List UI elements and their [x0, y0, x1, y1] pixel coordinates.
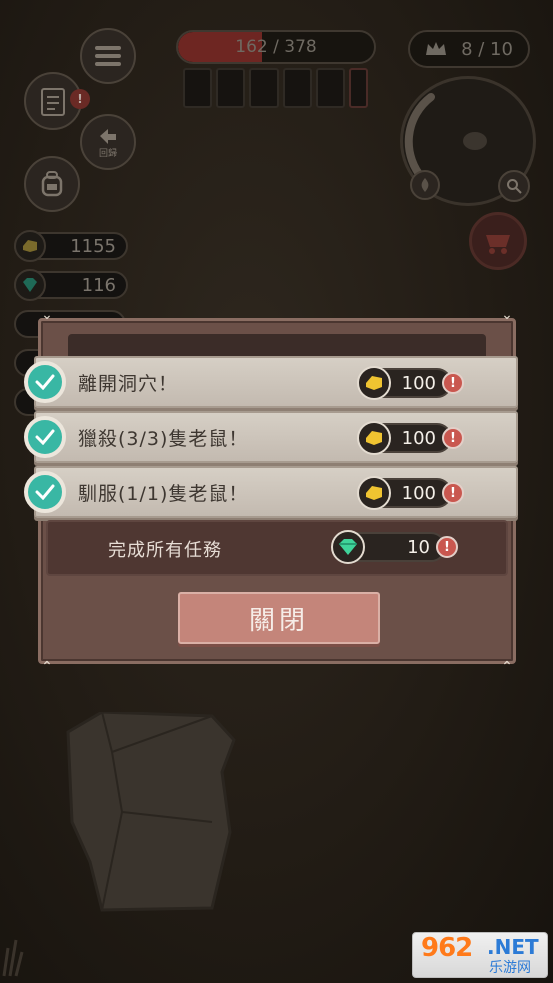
corner-ornament: ⌃ — [501, 659, 513, 675]
gem-amount: 116 — [81, 274, 116, 296]
watermark-net: .NET — [487, 935, 539, 959]
health-bar: 162 / 378 — [176, 30, 376, 64]
quest-text: 獵殺(3/3)隻老鼠！ — [78, 427, 249, 450]
gold-coin-icon — [357, 421, 391, 455]
cart-button[interactable] — [469, 212, 527, 270]
gold-amount: 1155 — [70, 235, 116, 257]
population-counter: 8 / 10 — [408, 30, 530, 68]
site-watermark: 962 .NET 乐游网 — [412, 932, 548, 978]
watermark-sub: 乐游网 — [489, 960, 531, 976]
reward-amount: 100 — [401, 372, 436, 394]
gem-icon — [331, 530, 365, 564]
flame-icon — [421, 178, 429, 192]
gold-coin-icon — [14, 230, 46, 262]
reward-amount: 100 — [401, 482, 436, 504]
character-button[interactable] — [24, 156, 80, 212]
crown-icon — [426, 42, 447, 55]
gem-icon — [14, 269, 46, 301]
quest-text: 離開洞穴！ — [78, 372, 179, 395]
claim-badge[interactable]: ! — [436, 536, 458, 558]
hotbar-slot[interactable] — [282, 68, 312, 108]
backpack-icon — [41, 171, 63, 197]
corner-ornament: ⌄ — [501, 307, 513, 323]
check-icon — [35, 374, 55, 390]
return-label: 回歸 — [98, 148, 117, 159]
quest-reward: 100 ! — [357, 476, 464, 510]
quest-text: 馴服(1/1)隻老鼠！ — [78, 482, 249, 505]
hotbar-slot[interactable] — [315, 68, 345, 108]
close-button[interactable]: 關閉 — [178, 592, 380, 644]
menu-button[interactable] — [80, 28, 136, 84]
gem-counter: 116 — [14, 269, 128, 301]
hotbar-slot[interactable] — [216, 68, 246, 108]
hotbar-slot-special[interactable] — [348, 68, 368, 108]
population-text: 8 / 10 — [461, 38, 513, 60]
return-button[interactable]: 回歸 — [80, 114, 136, 170]
all-tasks-reward: 10 ! — [331, 530, 458, 564]
clipboard-icon — [41, 88, 65, 116]
quest-complete-check — [24, 361, 66, 403]
quest-reward: 100 ! — [357, 421, 464, 455]
grass-icon — [2, 939, 24, 977]
check-icon — [35, 484, 55, 500]
gold-coin-icon — [357, 366, 391, 400]
quest-complete-check — [24, 471, 66, 513]
claim-badge[interactable]: ! — [442, 482, 464, 504]
quest-reward: 100 ! — [357, 366, 464, 400]
hotbar-slot[interactable] — [183, 68, 213, 108]
all-tasks-text: 完成所有任務 — [108, 540, 222, 561]
claim-badge[interactable]: ! — [442, 372, 464, 394]
reward-amount: 10 — [407, 536, 430, 558]
check-icon — [35, 429, 55, 445]
gold-coin-icon — [357, 476, 391, 510]
hamburger-icon — [95, 46, 121, 66]
watermark-digits: 962 — [421, 933, 473, 963]
alert-badge: ! — [70, 89, 90, 109]
map-zoom-button[interactable] — [498, 170, 530, 202]
corner-ornament: ⌃ — [41, 659, 53, 675]
return-icon — [100, 128, 116, 144]
map-marker-button[interactable] — [410, 170, 440, 200]
health-text: 162 / 378 — [235, 37, 317, 57]
hotbar — [183, 68, 368, 108]
search-icon — [507, 179, 522, 194]
stone-pillar — [66, 712, 236, 912]
cart-icon — [486, 235, 510, 254]
corner-ornament: ⌄ — [41, 307, 53, 323]
gold-counter: 1155 — [14, 230, 128, 262]
reward-amount: 100 — [401, 427, 436, 449]
hotbar-slot[interactable] — [249, 68, 279, 108]
claim-badge[interactable]: ! — [442, 427, 464, 449]
quest-complete-check — [24, 416, 66, 458]
